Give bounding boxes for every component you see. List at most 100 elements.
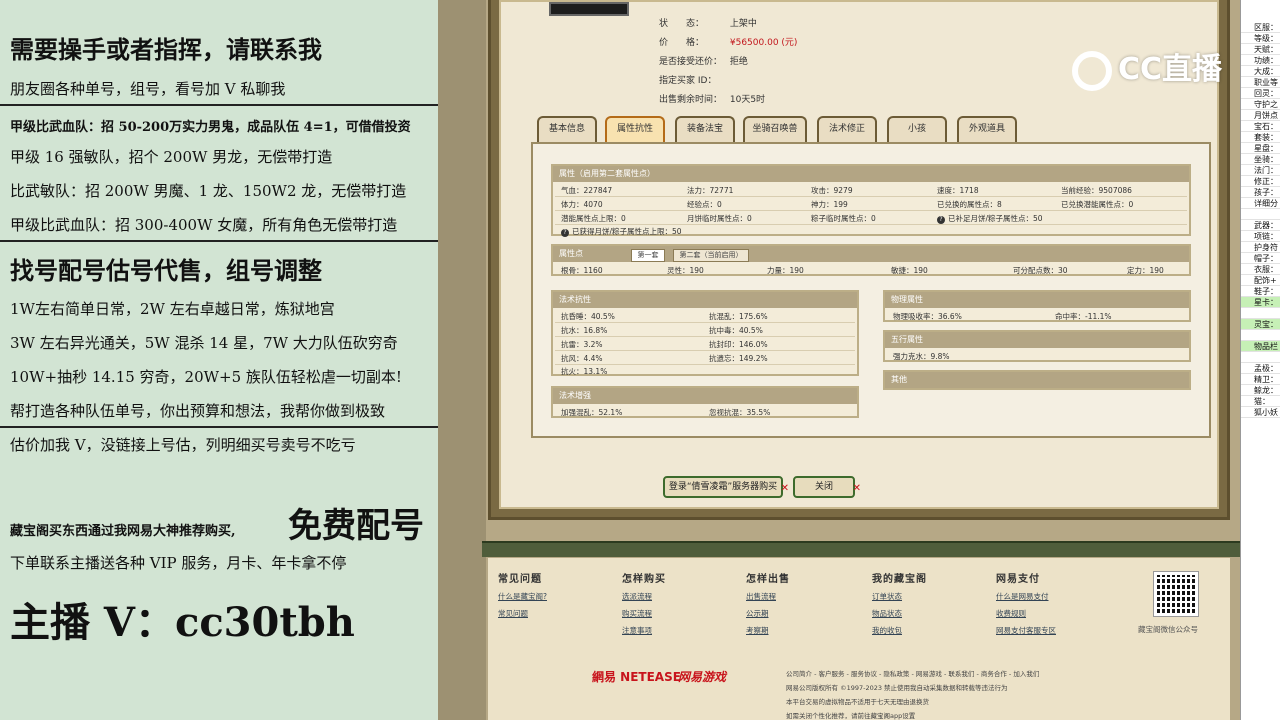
close-button[interactable]: 关闭 ✕: [793, 476, 861, 498]
sheet-cell-text: 孟极：: [1254, 364, 1278, 373]
sheet-row[interactable]: 守护之: [1241, 99, 1280, 110]
sheet-cell-text: 武器：: [1254, 221, 1278, 230]
overlay-line: 主播 V：cc30tbh: [10, 599, 355, 646]
five-elements-header: 五行属性: [885, 332, 1189, 348]
sheet-row[interactable]: 回灵：: [1241, 88, 1280, 99]
tab-spell-correction[interactable]: 法术修正: [817, 116, 877, 142]
resist-value: 抗中毒：40.5%: [709, 326, 763, 335]
footer-link[interactable]: 出售流程: [746, 591, 856, 602]
sheet-cell-text: 功绩：: [1254, 56, 1278, 65]
tab-mounts[interactable]: 坐骑召唤兽: [743, 116, 807, 142]
point-value: 敏捷：190: [891, 266, 928, 275]
copyright-line: 如需关闭个性化推荐，请前往藏宝阁app设置: [786, 712, 916, 720]
overlay-line: 藏宝阁买东西通过我网易大神推荐购买,: [10, 524, 236, 539]
sheet-row[interactable]: 星盘：: [1241, 143, 1280, 154]
points-subtab-second[interactable]: 第二套（当前启用）: [673, 249, 749, 262]
sheet-row[interactable]: 帽子：: [1241, 253, 1280, 264]
help-icon[interactable]: ?: [561, 229, 569, 237]
sheet-cell-text: 等级：: [1254, 34, 1278, 43]
attribute-header: 属性（启用第二套属性点）: [553, 166, 1189, 182]
status-value: 上架中: [729, 19, 757, 29]
sheet-cell-text: 宝石：: [1254, 122, 1278, 131]
sheet-row[interactable]: 宝石：: [1241, 121, 1280, 132]
sheet-row[interactable]: [1241, 308, 1280, 319]
tab-basic-info[interactable]: 基本信息: [537, 116, 597, 142]
footer-link[interactable]: 什么是网易支付: [996, 591, 1106, 602]
sheet-row[interactable]: 套装：: [1241, 132, 1280, 143]
footer-link[interactable]: 订单状态: [872, 591, 982, 602]
sheet-row[interactable]: [1241, 209, 1280, 220]
footer-link[interactable]: 选派流程: [622, 591, 732, 602]
sheet-row[interactable]: 大成：: [1241, 66, 1280, 77]
footer-link[interactable]: 常见问题: [498, 608, 608, 619]
sheet-row[interactable]: 孟极：: [1241, 363, 1280, 374]
tab-child[interactable]: 小孩: [887, 116, 947, 142]
sheet-row[interactable]: 孩子：: [1241, 187, 1280, 198]
sheet-row[interactable]: 坐骑：: [1241, 154, 1280, 165]
sheet-cell-text: 回灵：: [1254, 89, 1278, 98]
sheet-row[interactable]: 天赋：: [1241, 44, 1280, 55]
resist-value: 抗混乱：175.6%: [709, 312, 768, 321]
footer-link[interactable]: 什么是藏宝阁?: [498, 591, 608, 602]
sheet-cell-text: 套装：: [1254, 133, 1278, 142]
attr-value: 潜能属性点上限：0: [561, 214, 626, 223]
footer-link[interactable]: 公示期: [746, 608, 856, 619]
sheet-row[interactable]: 修正：: [1241, 176, 1280, 187]
status-label: 状 态：: [659, 19, 705, 29]
sheet-row[interactable]: 护身符: [1241, 242, 1280, 253]
footer-link[interactable]: 收费规则: [996, 608, 1106, 619]
remain-label: 出售剩余时间：: [659, 95, 723, 105]
enhance-header: 法术增强: [553, 388, 857, 404]
sheet-row[interactable]: 猫：: [1241, 396, 1280, 407]
sheet-row[interactable]: 鞋子：: [1241, 286, 1280, 297]
points-subtab-first[interactable]: 第一套: [631, 249, 665, 262]
footer-link[interactable]: 网易支付客服专区: [996, 625, 1106, 636]
sheet-row[interactable]: 法门：: [1241, 165, 1280, 176]
sheet-row[interactable]: 鲸龙：: [1241, 385, 1280, 396]
sheet-row[interactable]: 狐小妖: [1241, 407, 1280, 418]
copyright-line: 公司简介 - 客户服务 - 服务协议 - 隐私政策 - 网易游戏 - 联系我们 …: [786, 670, 1040, 678]
sheet-row[interactable]: 星卡：: [1241, 297, 1280, 308]
tab-equipment[interactable]: 装备法宝: [675, 116, 735, 142]
sheet-cell-text: 灵宝：: [1254, 320, 1278, 329]
footer-link[interactable]: 我的收包: [872, 625, 982, 636]
sheet-row[interactable]: 灵宝：: [1241, 319, 1280, 330]
netease-logo: 網易 NETEASE: [592, 670, 681, 684]
footer-col-faq: 常见问题 什么是藏宝阁? 常见问题: [498, 570, 608, 619]
login-buy-button[interactable]: 登录“倩雪凌霜”服务器购买 ✕: [663, 476, 789, 498]
point-value: 可分配点数：30: [1013, 266, 1068, 275]
sheet-row[interactable]: 区服：: [1241, 22, 1280, 33]
help-icon[interactable]: ?: [937, 216, 945, 224]
row-divider: [555, 196, 1187, 197]
sheet-row[interactable]: 物品栏: [1241, 341, 1280, 352]
point-value: 根骨：1160: [561, 266, 603, 275]
footer-col-title: 网易支付: [996, 574, 1040, 585]
footer-link[interactable]: 物品状态: [872, 608, 982, 619]
footer-link[interactable]: 考察期: [746, 625, 856, 636]
sheet-cell-text: 衣服：: [1254, 265, 1278, 274]
sheet-row[interactable]: 项链：: [1241, 231, 1280, 242]
sheet-row[interactable]: 配饰+: [1241, 275, 1280, 286]
physical-value: 物理吸收率：36.6%: [893, 312, 962, 321]
sheet-row[interactable]: 武器：: [1241, 220, 1280, 231]
enhance-value: 忽视抗混：35.5%: [709, 408, 771, 417]
sheet-row[interactable]: 功绩：: [1241, 55, 1280, 66]
sheet-row[interactable]: 等级：: [1241, 33, 1280, 44]
sheet-row[interactable]: 详细分: [1241, 198, 1280, 209]
sheet-row[interactable]: [1241, 352, 1280, 363]
tab-attributes[interactable]: 属性抗性: [605, 116, 665, 142]
sheet-cell-text: 护身符: [1254, 243, 1278, 252]
sheet-row[interactable]: 衣服：: [1241, 264, 1280, 275]
page-footer: 常见问题 什么是藏宝阁? 常见问题 怎样购买 选派流程 购买流程 注意事项 怎样…: [488, 558, 1230, 650]
qr-code-icon: [1153, 571, 1199, 617]
sheet-row[interactable]: 精卫：: [1241, 374, 1280, 385]
sheet-row[interactable]: [1241, 330, 1280, 341]
tab-appearance[interactable]: 外观道具: [957, 116, 1017, 142]
enhance-value: 加强混乱：52.1%: [561, 408, 623, 417]
close-x-icon: ✕: [852, 483, 861, 494]
points-section: 属性点 第一套 第二套（当前启用） 根骨：1160 灵性：190 力量：190 …: [551, 244, 1191, 276]
sheet-row[interactable]: 职业等: [1241, 77, 1280, 88]
footer-link[interactable]: 购买流程: [622, 608, 732, 619]
sheet-row[interactable]: 月饼点: [1241, 110, 1280, 121]
footer-link[interactable]: 注意事项: [622, 625, 732, 636]
